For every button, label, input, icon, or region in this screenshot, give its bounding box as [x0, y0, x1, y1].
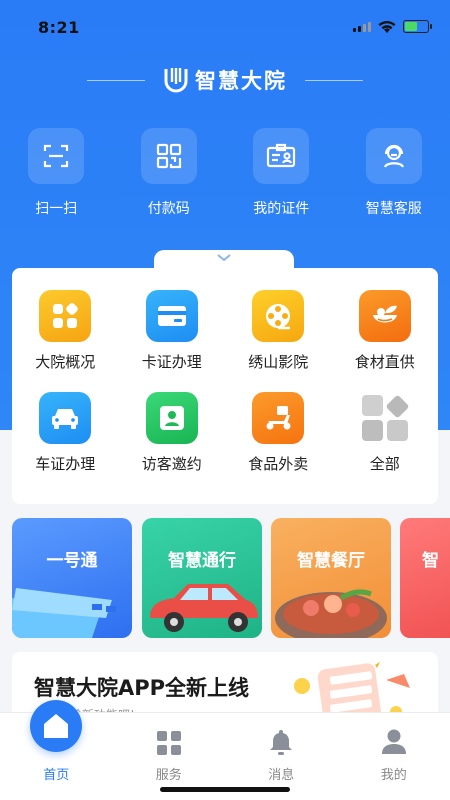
qr-code-icon: [156, 143, 181, 169]
quick-action-label: 付款码: [147, 201, 190, 217]
customer-service-icon: [383, 144, 404, 168]
all-icon: [361, 395, 409, 441]
service-label: 绣山影院: [248, 353, 309, 371]
service-label: 全部: [369, 455, 400, 473]
scan-icon: [44, 144, 69, 168]
service-label: 食材直供: [354, 353, 415, 371]
feature-card-smart-access[interactable]: 智慧通行: [142, 518, 262, 638]
user-icon: [381, 729, 406, 754]
service-label: 访客邀约: [141, 455, 202, 473]
feature-card-label: 一号通: [46, 551, 98, 571]
home-indicator: [160, 787, 290, 792]
service-label: 食品外卖: [248, 455, 309, 473]
car-illustration: [150, 584, 258, 632]
service-cinema[interactable]: 绣山影院: [225, 290, 332, 372]
service-food-delivery[interactable]: 食品外卖: [225, 392, 332, 474]
card-illustration: [12, 588, 116, 638]
tab-label: 首页: [43, 768, 70, 783]
service-label: 卡证办理: [141, 353, 202, 371]
app-header: 智慧大院: [0, 60, 450, 100]
tab-label: 我的: [380, 768, 407, 783]
feature-card-smart-canteen[interactable]: 智慧餐厅: [271, 518, 391, 638]
quick-action-my-id[interactable]: 我的证件: [225, 128, 338, 218]
home-icon: [44, 714, 68, 738]
service-card-handling[interactable]: 卡证办理: [119, 290, 226, 372]
home-tab-bubble[interactable]: [30, 700, 82, 752]
service-all[interactable]: 全部: [332, 392, 439, 474]
app-title: 智慧大院: [195, 69, 287, 93]
car-icon: [52, 409, 79, 429]
quick-action-payment-code[interactable]: 付款码: [113, 128, 226, 218]
grid-icon: [156, 731, 181, 755]
quick-action-label: 我的证件: [253, 201, 310, 217]
film-reel-icon: [266, 304, 291, 330]
quick-action-label: 扫一扫: [35, 201, 78, 217]
bell-icon: [270, 730, 293, 755]
quick-action-scan[interactable]: 扫一扫: [0, 128, 113, 218]
wifi-icon: [378, 20, 396, 33]
signal-icon: [353, 22, 371, 32]
chevron-down-icon[interactable]: [216, 253, 232, 263]
tab-label: 消息: [268, 768, 295, 783]
scooter-icon: [266, 406, 291, 430]
promo-title: 智慧大院APP全新上线: [34, 676, 250, 700]
service-vehicle-permit[interactable]: 车证办理: [12, 392, 119, 474]
logo-icon: [164, 68, 188, 93]
feature-cards: 一号通 智慧通行 智慧餐厅 智: [12, 518, 450, 638]
quick-actions: 扫一扫 付款码 我的证件 智慧客服: [0, 128, 450, 218]
feature-card-one-pass[interactable]: 一号通: [12, 518, 132, 638]
card-icon: [157, 306, 186, 326]
feature-card-partial[interactable]: 智: [400, 518, 450, 638]
battery-icon: [403, 20, 432, 33]
status-bar: 8:21: [0, 0, 450, 50]
overview-icon: [53, 303, 79, 328]
food-illustration: [275, 589, 387, 638]
service-overview[interactable]: 大院概况: [12, 290, 119, 372]
feature-card-label: 智: [422, 551, 439, 571]
quick-action-label: 智慧客服: [365, 201, 422, 217]
service-label: 大院概况: [35, 353, 96, 371]
feature-card-label: 智慧餐厅: [297, 551, 365, 571]
tab-profile[interactable]: 我的: [338, 713, 450, 800]
service-visitor-invite[interactable]: 访客邀约: [119, 392, 226, 474]
status-time: 8:21: [38, 18, 80, 37]
feature-card-label: 智慧通行: [168, 551, 236, 571]
vegetable-icon: [372, 305, 397, 323]
quick-action-customer-service[interactable]: 智慧客服: [338, 128, 450, 218]
tab-label: 服务: [155, 768, 182, 783]
service-label: 车证办理: [35, 455, 96, 473]
service-food-supply[interactable]: 食材直供: [332, 290, 439, 372]
services-grid: 大院概况 卡证办理 绣山影院 食材直供 车证办理 访客邀约 食品外卖 全部: [12, 290, 438, 474]
visitor-icon: [159, 406, 184, 430]
id-card-icon: [267, 143, 296, 168]
